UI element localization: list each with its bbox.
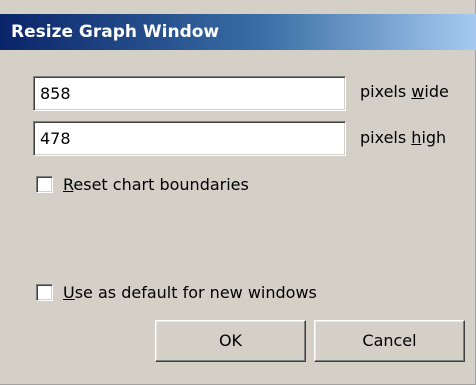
use-as-default-option[interactable]: Use as default for new windows — [36, 281, 317, 303]
width-label-rest: ide — [424, 82, 449, 101]
width-label-text: pixels — [360, 82, 412, 101]
height-label-rest: igh — [421, 128, 447, 147]
use-as-default-label: Use as default for new windows — [63, 283, 317, 302]
use-as-default-checkbox[interactable] — [36, 283, 53, 301]
reset-boundaries-checkbox[interactable] — [36, 175, 53, 193]
height-label-text: pixels — [360, 128, 412, 147]
width-label-accel: w — [411, 82, 425, 101]
default-label-rest: se as default for new windows — [74, 282, 317, 302]
reset-boundaries-label: Reset chart boundaries — [63, 175, 249, 194]
height-unit-label: pixels high — [360, 128, 446, 147]
default-label-accel: U — [63, 282, 75, 302]
height-input[interactable]: 478 — [33, 121, 346, 156]
height-label-accel: h — [411, 128, 422, 147]
dialog-title: Resize Graph Window — [0, 14, 476, 50]
reset-label-rest: eset chart boundaries — [73, 174, 249, 194]
cancel-button[interactable]: Cancel — [314, 320, 465, 362]
width-input[interactable]: 858 — [33, 76, 346, 111]
reset-label-accel: R — [63, 174, 74, 194]
ok-button[interactable]: OK — [155, 320, 306, 362]
reset-boundaries-option[interactable]: Reset chart boundaries — [36, 173, 249, 195]
resize-graph-dialog: Resize Graph Window 858 pixels wide 478 … — [0, 0, 476, 385]
width-unit-label: pixels wide — [360, 82, 449, 101]
